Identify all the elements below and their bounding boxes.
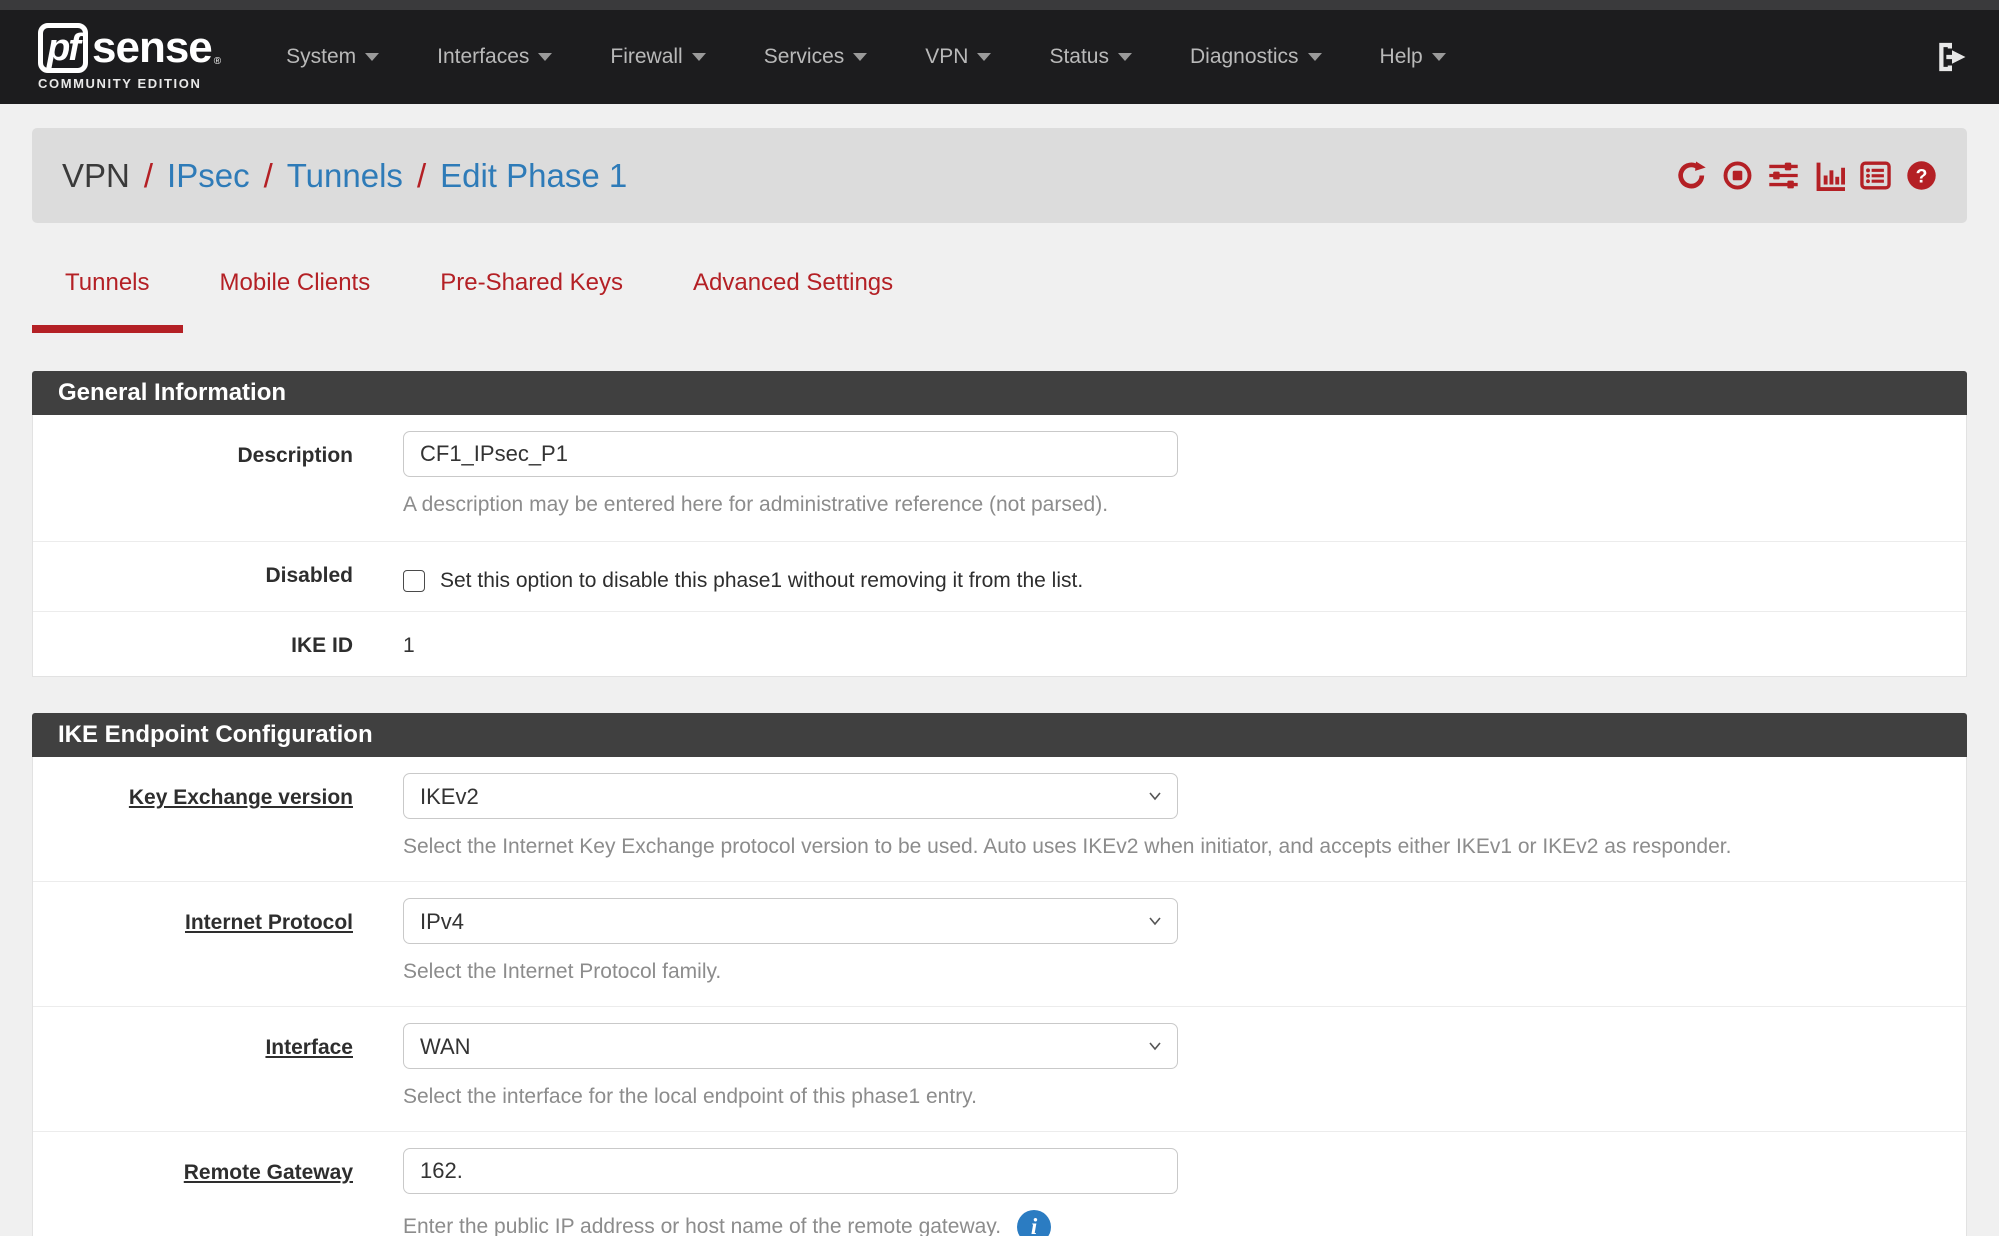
breadcrumb-root: VPN bbox=[62, 157, 130, 195]
caret-down-icon bbox=[365, 53, 379, 61]
remote-gateway-help: Enter the public IP address or host name… bbox=[403, 1215, 1001, 1236]
general-information-panel: General Information Description A descri… bbox=[32, 371, 1967, 677]
tab-tunnels[interactable]: Tunnels bbox=[32, 263, 183, 333]
caret-down-icon bbox=[977, 53, 991, 61]
info-icon[interactable]: i bbox=[1017, 1210, 1051, 1236]
disabled-checkbox[interactable] bbox=[403, 570, 425, 592]
breadcrumb-link-tunnels[interactable]: Tunnels bbox=[287, 157, 403, 195]
description-label: Description bbox=[33, 431, 353, 517]
nav-item-label: Diagnostics bbox=[1190, 45, 1299, 69]
tab-mobile-clients[interactable]: Mobile Clients bbox=[187, 263, 404, 333]
svg-text:?: ? bbox=[1916, 166, 1928, 188]
nav-item-label: Firewall bbox=[610, 45, 682, 69]
internet-protocol-help: Select the Internet Protocol family. bbox=[403, 960, 1178, 984]
disabled-row: Disabled Set this option to disable this… bbox=[33, 542, 1966, 612]
nav-item-system[interactable]: System bbox=[257, 10, 408, 104]
internet-protocol-row: Internet Protocol IPv4 Select the Intern… bbox=[33, 882, 1966, 1007]
nav-item-label: VPN bbox=[925, 45, 968, 69]
ike-id-row: IKE ID 1 bbox=[33, 612, 1966, 676]
breadcrumb-link-ipsec[interactable]: IPsec bbox=[167, 157, 250, 195]
disabled-checkbox-label: Set this option to disable this phase1 w… bbox=[440, 569, 1083, 593]
internet-protocol-select[interactable]: IPv4 bbox=[403, 898, 1178, 944]
tab-pre-shared-keys[interactable]: Pre-Shared Keys bbox=[407, 263, 656, 333]
internet-protocol-label: Internet Protocol bbox=[33, 898, 353, 984]
nav-item-status[interactable]: Status bbox=[1020, 10, 1161, 104]
ike-endpoint-configuration-panel: IKE Endpoint Configuration Key Exchange … bbox=[32, 713, 1967, 1236]
description-help: A description may be entered here for ad… bbox=[403, 493, 1178, 517]
key-exchange-version-select[interactable]: IKEv2 bbox=[403, 773, 1178, 819]
registered-mark: ® bbox=[214, 56, 221, 67]
list-icon[interactable] bbox=[1860, 160, 1891, 191]
caret-down-icon bbox=[1432, 53, 1446, 61]
nav-item-label: Help bbox=[1380, 45, 1423, 69]
pfsense-logo-pf-box: pf bbox=[38, 23, 88, 73]
disabled-label: Disabled bbox=[33, 560, 353, 593]
nav-item-firewall[interactable]: Firewall bbox=[581, 10, 734, 104]
help-icon[interactable]: ? bbox=[1906, 160, 1937, 191]
main-menu: System Interfaces Firewall Services VPN … bbox=[257, 10, 1475, 104]
caret-down-icon bbox=[692, 53, 706, 61]
key-exchange-version-help: Select the Internet Key Exchange protoco… bbox=[403, 835, 1963, 859]
description-input[interactable] bbox=[403, 431, 1178, 477]
nav-item-label: Interfaces bbox=[437, 45, 529, 69]
pfsense-logo[interactable]: pf sense ® COMMUNITY EDITION bbox=[38, 23, 221, 91]
sliders-icon[interactable] bbox=[1768, 160, 1799, 191]
nav-item-interfaces[interactable]: Interfaces bbox=[408, 10, 581, 104]
section-tabs: Tunnels Mobile Clients Pre-Shared Keys A… bbox=[32, 263, 1967, 333]
remote-gateway-label: Remote Gateway bbox=[33, 1148, 353, 1236]
logo-tagline: COMMUNITY EDITION bbox=[38, 76, 221, 91]
tab-advanced-settings[interactable]: Advanced Settings bbox=[660, 263, 926, 333]
caret-down-icon bbox=[853, 53, 867, 61]
ike-id-value: 1 bbox=[403, 630, 1178, 658]
interface-label: Interface bbox=[33, 1023, 353, 1109]
panel-title-general-information: General Information bbox=[32, 371, 1967, 415]
sign-out-icon[interactable] bbox=[1935, 40, 1969, 74]
refresh-icon[interactable] bbox=[1676, 160, 1707, 191]
nav-item-vpn[interactable]: VPN bbox=[896, 10, 1020, 104]
remote-gateway-row: Remote Gateway Enter the public IP addre… bbox=[33, 1132, 1966, 1236]
breadcrumb-bar: VPN / IPsec / Tunnels / Edit Phase 1 bbox=[32, 128, 1967, 223]
caret-down-icon bbox=[538, 53, 552, 61]
interface-help: Select the interface for the local endpo… bbox=[403, 1085, 1178, 1109]
interface-select[interactable]: WAN bbox=[403, 1023, 1178, 1069]
breadcrumb-separator: / bbox=[417, 157, 426, 195]
panel-title-ike-endpoint-configuration: IKE Endpoint Configuration bbox=[32, 713, 1967, 757]
pfsense-logo-sense: sense bbox=[92, 23, 212, 73]
nav-item-services[interactable]: Services bbox=[735, 10, 897, 104]
interface-row: Interface WAN Select the interface for t… bbox=[33, 1007, 1966, 1132]
key-exchange-version-row: Key Exchange version IKEv2 Select the In… bbox=[33, 757, 1966, 882]
caret-down-icon bbox=[1118, 53, 1132, 61]
key-exchange-version-label: Key Exchange version bbox=[33, 773, 353, 859]
breadcrumb-separator: / bbox=[144, 157, 153, 195]
page-toolbar: ? bbox=[1676, 160, 1937, 191]
caret-down-icon bbox=[1308, 53, 1322, 61]
top-navbar: pf sense ® COMMUNITY EDITION System Inte… bbox=[0, 0, 1999, 104]
stop-circle-icon[interactable] bbox=[1722, 160, 1753, 191]
remote-gateway-input[interactable] bbox=[403, 1148, 1178, 1194]
nav-item-label: Status bbox=[1049, 45, 1109, 69]
breadcrumb-separator: / bbox=[264, 157, 273, 195]
bar-chart-icon[interactable] bbox=[1814, 160, 1845, 191]
nav-item-diagnostics[interactable]: Diagnostics bbox=[1161, 10, 1351, 104]
nav-item-label: Services bbox=[764, 45, 845, 69]
breadcrumb-current-edit-phase-1[interactable]: Edit Phase 1 bbox=[440, 157, 627, 195]
description-row: Description A description may be entered… bbox=[33, 415, 1966, 542]
ike-id-label: IKE ID bbox=[33, 630, 353, 658]
nav-item-label: System bbox=[286, 45, 356, 69]
nav-item-help[interactable]: Help bbox=[1351, 10, 1475, 104]
